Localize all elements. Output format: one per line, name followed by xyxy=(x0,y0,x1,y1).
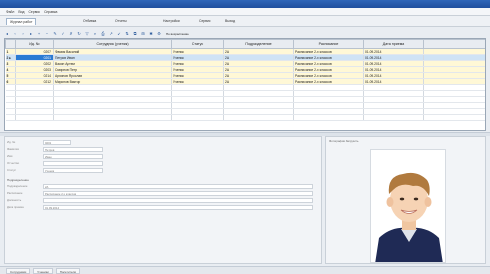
empty-cell xyxy=(15,114,54,121)
form-field-input[interactable]: 0201 xyxy=(43,140,71,145)
grid-toolbar: ◂ ‹ › ▸ + − ✎ ✓ ✗ ↻ ▽ ⌕ ⎙ ↗ ↙ ⇅ ⧉ ⊞ ✱ ⚙ По возрастанию xyxy=(4,30,484,38)
empty-cell xyxy=(363,114,424,121)
filter-icon[interactable]: ▽ xyxy=(84,31,90,37)
empty-cell xyxy=(171,114,224,121)
photo-header: Фотография Загрузить xyxy=(329,139,359,143)
grid-header-row: Ид. № Сотрудник (ученик) Статус Подразде… xyxy=(5,39,485,49)
student-portrait-image xyxy=(371,150,445,262)
form-row: Ид. № 0201 xyxy=(7,140,307,145)
form-field-label: Дата приема xyxy=(7,205,24,209)
form-row: Статус Ученик xyxy=(7,168,307,173)
form-field-label: Ид. № xyxy=(7,140,16,144)
sort-order-label[interactable]: По возрастанию xyxy=(166,32,189,36)
employee-details-form: Ид. № 0201 Фамилия Петров Имя Иван Отчество Ста… xyxy=(4,136,322,264)
grid-header-status[interactable]: Статус xyxy=(171,39,224,49)
form-field-input[interactable]: Расписание 2-х классов xyxy=(43,191,313,196)
cancel-icon[interactable]: ✗ xyxy=(68,31,74,37)
paste-icon[interactable]: ⊞ xyxy=(140,31,146,37)
grid-header-id[interactable]: Ид. № xyxy=(15,39,54,49)
tab-visitors[interactable]: Посетители xyxy=(55,267,80,274)
export-icon[interactable]: ↗ xyxy=(108,31,114,37)
grid-header-date[interactable]: Дата приема xyxy=(363,39,424,49)
form-field-label: Расписание xyxy=(7,191,23,195)
save-icon[interactable]: ✓ xyxy=(60,31,66,37)
tab-exit[interactable]: Выход xyxy=(222,18,238,25)
menu-bar: Файл Вид Сервис Справка xyxy=(0,8,490,16)
form-row: Расписание Расписание 2-х классов xyxy=(7,191,313,196)
employees-grid: Ид. № Сотрудник (ученик) Статус Подразде… xyxy=(4,38,486,131)
tab-otbivka[interactable]: Отбивка xyxy=(80,18,99,25)
tab-settings[interactable]: Настройки xyxy=(160,18,183,25)
grid-header-department[interactable]: Подразделение xyxy=(223,39,294,49)
menu-item-help[interactable]: Справка xyxy=(44,10,57,14)
ribbon-tabs: Журнал работ Отбивка Отчеты Настройки Се… xyxy=(0,16,490,27)
empty-cell xyxy=(223,114,294,121)
section-title: Подразделение xyxy=(7,178,29,182)
form-field-input[interactable]: 2А xyxy=(43,184,313,189)
form-field-label: Подразделение xyxy=(7,184,28,188)
first-icon[interactable]: ◂ xyxy=(4,31,10,37)
form-field-input[interactable] xyxy=(43,198,313,203)
grid-header-schedule[interactable]: Расписание xyxy=(293,39,364,49)
form-row: Подразделение 2А xyxy=(7,184,313,189)
form-row: Имя Иван xyxy=(7,154,307,159)
photo-pane: Фотография Загрузить xyxy=(325,136,486,264)
form-field-input[interactable]: Петров xyxy=(43,147,103,152)
empty-cell xyxy=(293,114,364,121)
bottom-tabbar: Сотрудники Ученики Посетители xyxy=(0,266,490,274)
tab-reports[interactable]: Отчеты xyxy=(112,18,130,25)
copy-icon[interactable]: ⧉ xyxy=(132,31,138,37)
menu-item-service[interactable]: Сервис xyxy=(28,10,40,14)
form-field-input[interactable]: Иван xyxy=(43,154,103,159)
add-icon[interactable]: + xyxy=(36,31,42,37)
tab-students[interactable]: Ученики xyxy=(33,267,53,274)
form-field-input[interactable]: Ученик xyxy=(43,168,103,173)
empty-row xyxy=(5,114,485,121)
form-field-label: Имя xyxy=(7,154,13,158)
tab-service[interactable]: Сервис xyxy=(196,18,214,25)
tab-journal[interactable]: Журнал работ xyxy=(6,18,37,25)
grid-header-filler xyxy=(423,39,485,49)
student-photo xyxy=(370,149,446,263)
empty-cell xyxy=(5,114,16,121)
settings-icon[interactable]: ⚙ xyxy=(156,31,162,37)
empty-cell xyxy=(53,114,172,121)
form-row: Дата приема 01.09.2014 xyxy=(7,205,313,210)
form-row: Должность xyxy=(7,198,313,203)
print-icon[interactable]: ⎙ xyxy=(100,31,106,37)
delete-icon[interactable]: − xyxy=(44,31,50,37)
form-field-input[interactable]: 01.09.2014 xyxy=(43,205,313,210)
refresh-icon[interactable]: ↻ xyxy=(76,31,82,37)
form-field-label: Должность xyxy=(7,198,22,202)
import-icon[interactable]: ↙ xyxy=(116,31,122,37)
grid-header-name[interactable]: Сотрудник (ученик) xyxy=(53,39,172,49)
search-icon[interactable]: ⌕ xyxy=(92,31,98,37)
edit-icon[interactable]: ✎ xyxy=(52,31,58,37)
empty-cell xyxy=(423,114,485,121)
form-field-label: Отчество xyxy=(7,161,20,165)
grid-header-rownum xyxy=(5,39,16,49)
menu-item-view[interactable]: Вид xyxy=(18,10,24,14)
last-icon[interactable]: ▸ xyxy=(28,31,34,37)
form-row: Фамилия Петров xyxy=(7,147,307,152)
find-icon[interactable]: ✱ xyxy=(148,31,154,37)
prev-icon[interactable]: ‹ xyxy=(12,31,18,37)
menu-item-file[interactable]: Файл xyxy=(6,10,14,14)
form-field-label: Статус xyxy=(7,168,16,172)
tab-employees[interactable]: Сотрудники xyxy=(6,267,31,274)
window-titlebar xyxy=(0,0,490,8)
next-icon[interactable]: › xyxy=(20,31,26,37)
sort-icon[interactable]: ⇅ xyxy=(124,31,130,37)
form-field-label: Фамилия xyxy=(7,147,19,151)
form-field-input[interactable] xyxy=(43,161,103,166)
form-row: Отчество xyxy=(7,161,307,166)
